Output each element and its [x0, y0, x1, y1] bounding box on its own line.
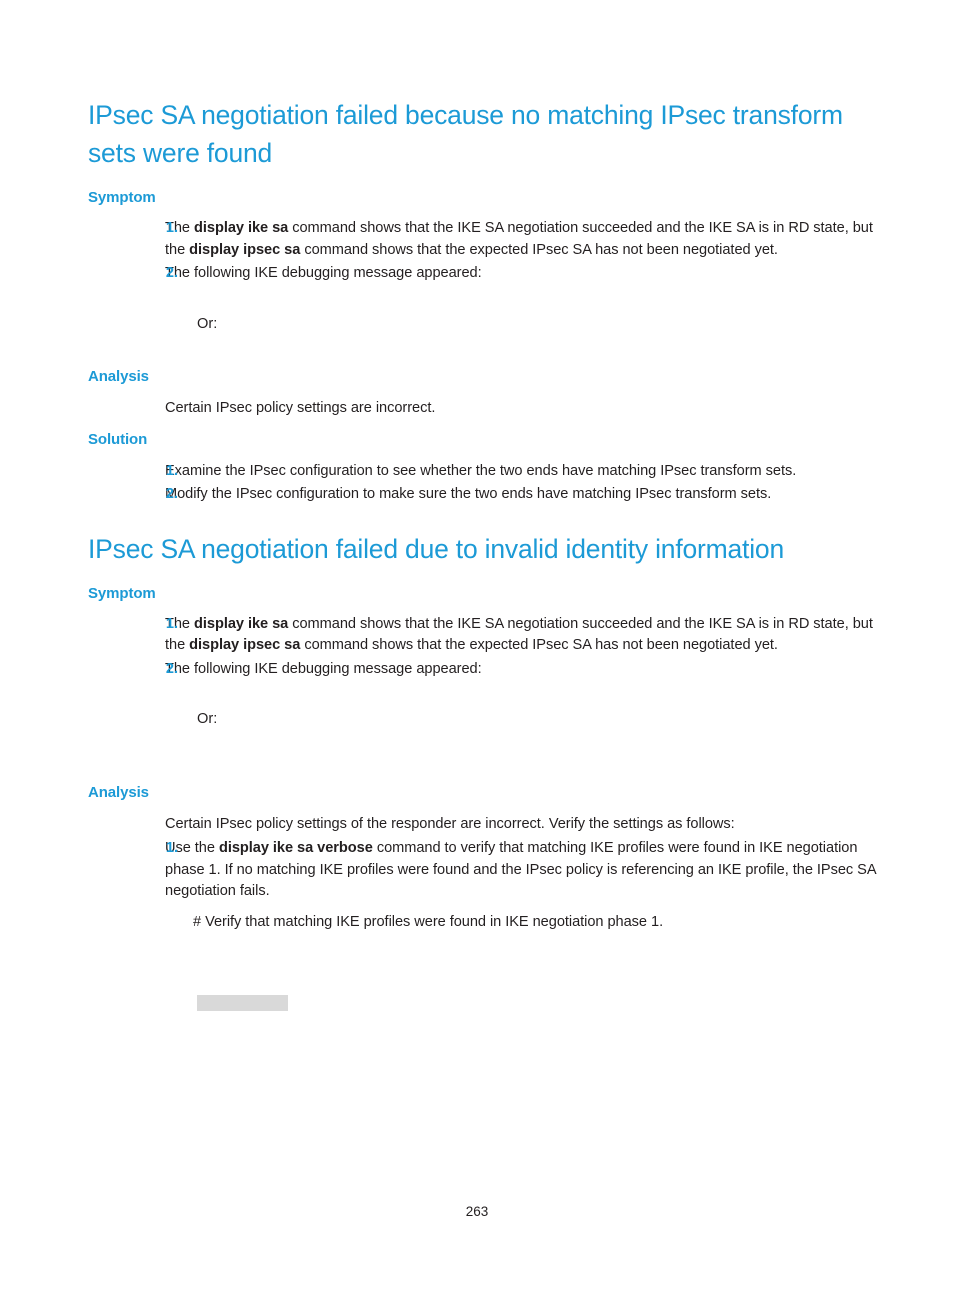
- analysis-paragraph-1: Certain IPsec policy settings are incorr…: [165, 400, 436, 416]
- command-name: display ike sa verbose: [218, 840, 373, 856]
- section-heading-invalid-identity-information: IPsec SA negotiation failed due to inval…: [88, 533, 784, 564]
- spacer-debug-output: [88, 287, 878, 314]
- list-number: 2.: [165, 486, 178, 502]
- list-item-text: The following IKE debugging message appe…: [165, 661, 482, 677]
- page-number: 263: [465, 1204, 489, 1219]
- list-number: 1.: [165, 462, 178, 479]
- list-number: 1.: [165, 220, 178, 236]
- list-item: 1. Examine the IPsec configuration to se…: [88, 461, 878, 483]
- subheading-symptom-2: Symptom: [88, 584, 156, 602]
- or-label-2: Or:: [197, 711, 218, 727]
- list-item: 2. Modify the IPsec configuration to mak…: [88, 484, 878, 506]
- list-item-text: The following IKE debugging message appe…: [165, 265, 482, 281]
- list-item-text: Use the display ike sa verbose command t…: [165, 840, 876, 899]
- section-heading-no-matching-transform-sets: IPsec SA negotiation failed because no m…: [88, 100, 843, 168]
- list-item-text: The display ike sa command shows that th…: [165, 220, 873, 258]
- command-name: display ike sa: [194, 615, 289, 632]
- subheading-analysis-1: Analysis: [88, 368, 149, 385]
- text-run: command shows that the expected IPsec SA…: [300, 637, 778, 653]
- list-item: 2. The following IKE debugging message a…: [88, 659, 878, 681]
- verify-comment-line: # Verify that matching IKE profiles were…: [193, 913, 664, 930]
- page-content: IPsec SA negotiation failed because no m…: [88, 96, 878, 1011]
- list-item-text: Modify the IPsec configuration to make s…: [165, 486, 771, 502]
- list-item: 2. The following IKE debugging message a…: [88, 263, 878, 285]
- list-item: 1. Use the display ike sa verbose comman…: [88, 838, 878, 903]
- subheading-symptom-1: Symptom: [88, 189, 156, 206]
- document-page: IPsec SA negotiation failed because no m…: [0, 0, 954, 1296]
- list-number: 1.: [165, 840, 178, 856]
- analysis-list-2: 1. Use the display ike sa verbose comman…: [88, 838, 878, 903]
- spacer-debug-output-alt: [88, 731, 878, 783]
- spacer-debug-output-alt: [88, 335, 878, 367]
- text-run: Modify the IPsec configuration to make s…: [165, 486, 772, 502]
- subheading-analysis-2: Analysis: [88, 783, 149, 801]
- command-name: display ike sa: [194, 220, 289, 236]
- analysis-paragraph-2: Certain IPsec policy settings of the res…: [165, 815, 735, 832]
- list-item-text: Examine the IPsec configuration to see w…: [165, 463, 796, 479]
- subheading-solution-1: Solution: [88, 430, 148, 448]
- text-run: command shows that the expected IPsec SA…: [300, 241, 778, 258]
- list-item-text: The display ike sa command shows that th…: [165, 616, 873, 654]
- redacted-code-block: [197, 995, 288, 1011]
- symptom-list-2: 1. The display ike sa command shows that…: [88, 614, 878, 681]
- text-run: The following IKE debugging message appe…: [165, 265, 482, 281]
- command-name: display ipsec sa: [189, 637, 301, 653]
- text-run: Examine the IPsec configuration to see w…: [165, 462, 797, 479]
- or-label-1: Or:: [197, 315, 218, 332]
- list-number: 2.: [165, 265, 178, 281]
- list-item: 1. The display ike sa command shows that…: [88, 614, 878, 657]
- solution-list-1: 1. Examine the IPsec configuration to se…: [88, 461, 878, 506]
- text-run: The following IKE debugging message appe…: [165, 660, 482, 677]
- list-number: 2.: [165, 660, 178, 677]
- spacer-code-output: [88, 933, 878, 995]
- symptom-list-1: 1. The display ike sa command shows that…: [88, 218, 878, 285]
- command-name: display ipsec sa: [189, 241, 301, 258]
- spacer-debug-output: [88, 682, 878, 709]
- list-number: 1.: [165, 615, 178, 632]
- list-item: 1. The display ike sa command shows that…: [88, 218, 878, 261]
